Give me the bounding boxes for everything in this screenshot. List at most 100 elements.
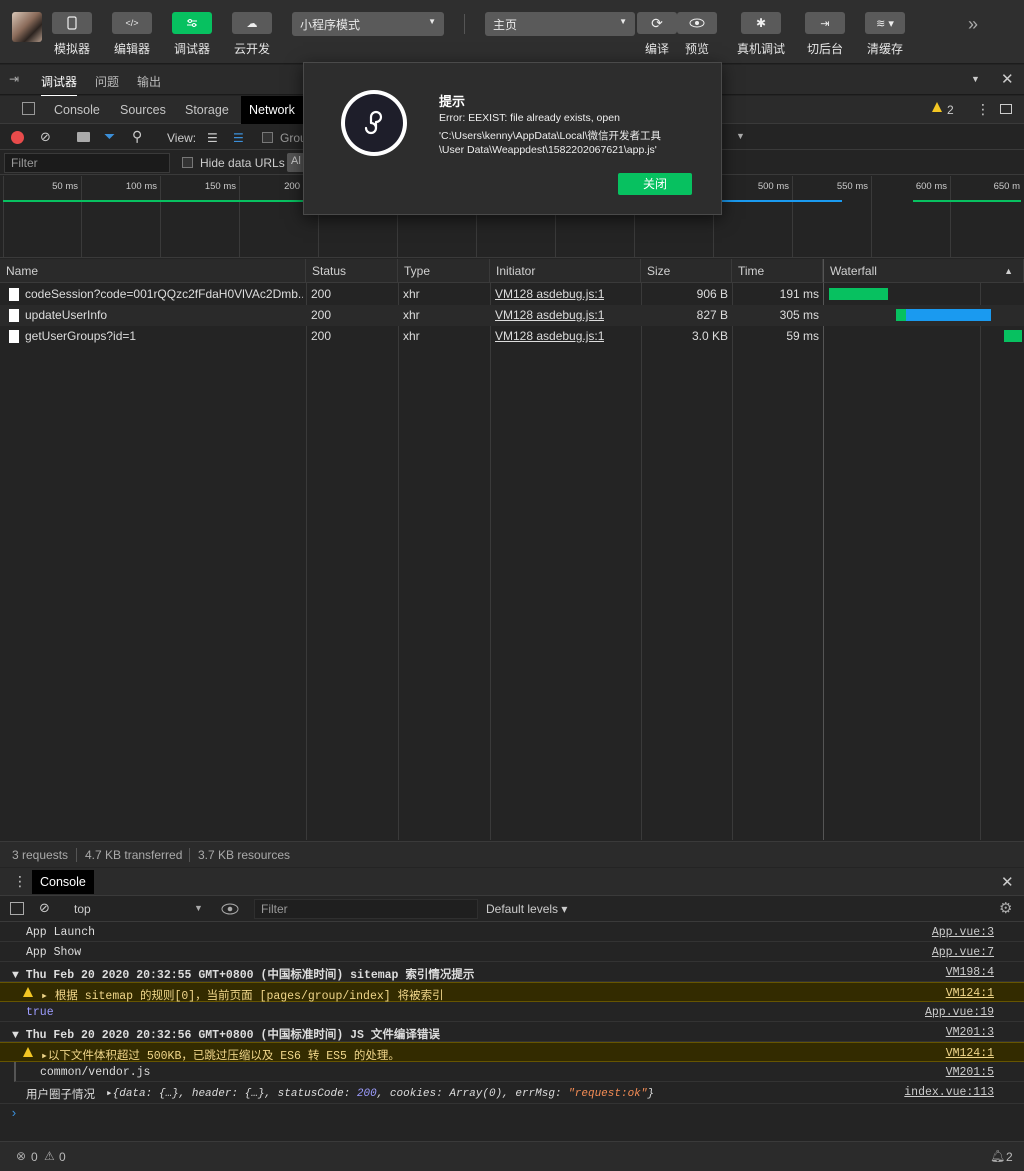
debugger-toggle-button[interactable] bbox=[172, 12, 212, 34]
log-group-header[interactable]: ▼ Thu Feb 20 2020 20:32:56 GMT+0800 (中国标… bbox=[0, 1022, 1024, 1042]
log-entry[interactable]: 用户圈子情况 ▸{data: {…}, header: {…}, statusC… bbox=[0, 1082, 1024, 1104]
editor-label: 编辑器 bbox=[113, 42, 150, 56]
compile-button[interactable]: ⟳ bbox=[637, 12, 677, 34]
source-link[interactable]: VM124:1 bbox=[946, 1047, 994, 1060]
log-entry: App Show App.vue:7 bbox=[0, 942, 1024, 962]
preview-label: 预览 bbox=[684, 42, 709, 56]
clear-cache-button[interactable]: ≋ ▾ bbox=[865, 12, 905, 34]
preview-button[interactable] bbox=[677, 12, 717, 34]
column-header-status[interactable]: Status bbox=[306, 259, 398, 283]
waterfall-view-icon[interactable]: ☰ bbox=[233, 131, 244, 145]
table-row[interactable]: getUserGroups?id=1 200 xhr VM128 asdebug… bbox=[0, 326, 1024, 347]
switch-icon: ⇥ bbox=[820, 17, 830, 30]
kebab-menu-icon[interactable]: ⋮ bbox=[976, 101, 990, 118]
group-checkbox[interactable] bbox=[262, 132, 273, 143]
avatar[interactable] bbox=[12, 12, 42, 42]
source-link[interactable]: App.vue:3 bbox=[932, 926, 994, 939]
tab-network[interactable]: Network bbox=[241, 96, 303, 124]
clear-icon[interactable]: ⊘ bbox=[40, 129, 51, 145]
list-view-icon[interactable]: ☰ bbox=[207, 131, 218, 145]
tab-debugger[interactable]: 调试器 bbox=[41, 73, 78, 97]
tab-sources[interactable]: Sources bbox=[112, 96, 174, 124]
column-header-size[interactable]: Size bbox=[641, 259, 732, 283]
console-filter-input[interactable]: Filter bbox=[254, 899, 478, 919]
context-select[interactable]: top bbox=[74, 902, 91, 916]
more-button[interactable]: » bbox=[968, 14, 978, 35]
initiator-link[interactable]: VM128 asdebug.js:1 bbox=[495, 287, 604, 301]
notification-count: 2 bbox=[1006, 1150, 1013, 1164]
cloud-icon: ☁ bbox=[246, 17, 258, 30]
cloud-dev-label: 云开发 bbox=[233, 42, 270, 56]
tab-issues[interactable]: 问题 bbox=[95, 73, 119, 90]
chevron-down-icon[interactable]: ▼ bbox=[194, 903, 203, 913]
dialog-message: 'C:\Users\kenny\AppData\Local\微信开发者工具 bbox=[439, 130, 661, 142]
dock-icon[interactable]: ⇥ bbox=[9, 72, 19, 86]
tab-console-drawer[interactable]: Console bbox=[32, 870, 94, 894]
close-icon[interactable]: ✕ bbox=[1001, 70, 1014, 88]
source-link[interactable]: VM124:1 bbox=[946, 987, 994, 1000]
overview-bar-green bbox=[3, 200, 303, 202]
log-warning[interactable]: ▸ 根据 sitemap 的规则[0]，当前页面 [pages/group/in… bbox=[0, 982, 1024, 1003]
source-link[interactable]: index.vue:113 bbox=[904, 1086, 994, 1099]
sidebar-toggle-icon[interactable] bbox=[10, 902, 24, 915]
source-link[interactable]: App.vue:7 bbox=[932, 946, 994, 959]
editor-toggle-button[interactable]: </> bbox=[112, 12, 152, 34]
bell-icon[interactable]: 🔔︎ bbox=[990, 1149, 1005, 1163]
drawer-menu-icon[interactable]: ⋮ bbox=[13, 873, 27, 890]
column-header-waterfall[interactable]: Waterfall ▲ bbox=[823, 259, 1024, 283]
remote-debug-button[interactable]: ✱ bbox=[741, 12, 781, 34]
filter-icon[interactable]: ⏷ bbox=[104, 128, 115, 145]
error-icon: ⊗ bbox=[16, 1149, 27, 1163]
column-header-name[interactable]: Name bbox=[0, 259, 306, 283]
warning-icon bbox=[932, 102, 942, 112]
close-button[interactable]: 关闭 bbox=[618, 173, 692, 195]
warning-icon bbox=[23, 987, 33, 997]
dialog-title: 提示 bbox=[439, 94, 466, 109]
camera-icon[interactable] bbox=[77, 132, 90, 142]
page-select[interactable]: 主页 ▼ bbox=[485, 12, 635, 36]
hide-data-urls-checkbox[interactable] bbox=[182, 157, 193, 168]
cloud-dev-button[interactable]: ☁ bbox=[232, 12, 272, 34]
overview-bar-green bbox=[913, 200, 1021, 202]
tab-console[interactable]: Console bbox=[46, 96, 108, 124]
source-link[interactable]: VM201:5 bbox=[946, 1066, 994, 1079]
column-header-initiator[interactable]: Initiator bbox=[490, 259, 641, 283]
initiator-link[interactable]: VM128 asdebug.js:1 bbox=[495, 329, 604, 343]
chevron-down-icon[interactable]: ▼ bbox=[736, 131, 745, 141]
simulator-toggle-button[interactable] bbox=[52, 12, 92, 34]
gear-icon[interactable]: ⚙ bbox=[999, 899, 1012, 917]
refresh-icon: ⟳ bbox=[651, 14, 663, 31]
filter-input[interactable]: Filter bbox=[4, 153, 170, 173]
undock-icon[interactable] bbox=[1000, 104, 1012, 114]
chevron-down-icon[interactable]: ▼ bbox=[971, 74, 980, 84]
initiator-link[interactable]: VM128 asdebug.js:1 bbox=[495, 308, 604, 322]
console-prompt[interactable]: › bbox=[10, 1106, 18, 1121]
object-preview[interactable]: ▸{data: {…}, header: {…}, statusCode: 20… bbox=[106, 1086, 654, 1100]
log-entry: common/vendor.js VM201:5 bbox=[14, 1062, 1024, 1082]
close-icon[interactable]: ✕ bbox=[1001, 873, 1014, 891]
tab-storage[interactable]: Storage bbox=[177, 96, 237, 124]
log-warning[interactable]: ▸以下文件体积超过 500KB，已跳过压缩以及 ES6 转 ES5 的处理。 V… bbox=[0, 1042, 1024, 1063]
log-levels-select[interactable]: Default levels ▾ bbox=[486, 902, 567, 916]
search-icon[interactable]: ⚲ bbox=[132, 128, 142, 145]
inspect-icon[interactable] bbox=[22, 102, 35, 115]
source-link[interactable]: VM201:3 bbox=[946, 1026, 994, 1039]
warning-count[interactable]: 2 bbox=[947, 103, 954, 117]
table-row[interactable]: updateUserInfo 200 xhr VM128 asdebug.js:… bbox=[0, 305, 1024, 326]
column-header-time[interactable]: Time bbox=[732, 259, 823, 283]
column-header-type[interactable]: Type bbox=[398, 259, 490, 283]
record-icon[interactable] bbox=[11, 131, 24, 144]
source-link[interactable]: VM198:4 bbox=[946, 966, 994, 979]
warning-count[interactable]: 0 bbox=[59, 1150, 66, 1164]
background-switch-label: 切后台 bbox=[806, 42, 843, 56]
source-link[interactable]: App.vue:19 bbox=[925, 1006, 994, 1019]
eye-icon[interactable] bbox=[221, 903, 239, 915]
mode-select[interactable]: 小程序模式 ▼ bbox=[292, 12, 444, 36]
error-count[interactable]: 0 bbox=[31, 1150, 38, 1164]
background-switch-button[interactable]: ⇥ bbox=[805, 12, 845, 34]
table-row[interactable]: codeSession?code=001rQQzc2fFdaH0VlVAc2Dm… bbox=[0, 284, 1024, 305]
log-group-header[interactable]: ▼ Thu Feb 20 2020 20:32:55 GMT+0800 (中国标… bbox=[0, 962, 1024, 982]
eye-icon bbox=[689, 18, 705, 28]
tab-output[interactable]: 输出 bbox=[137, 73, 161, 90]
clear-console-icon[interactable]: ⊘ bbox=[39, 900, 50, 916]
